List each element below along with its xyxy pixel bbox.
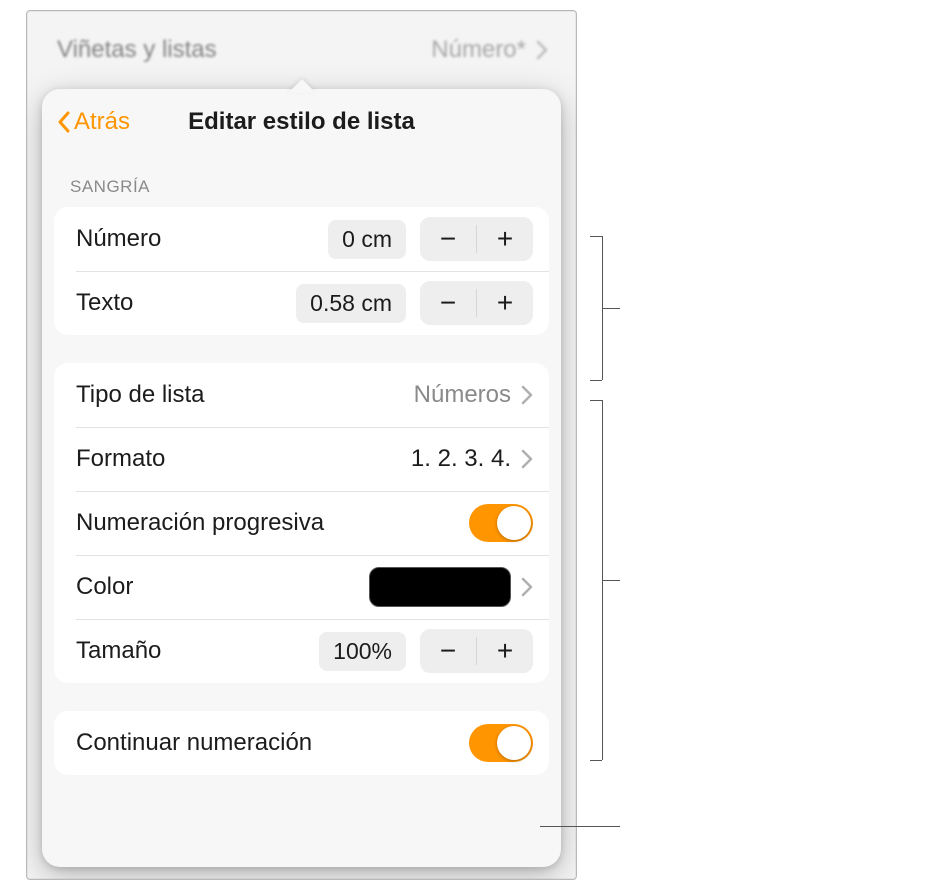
row-number-indent: Número 0 cm − +	[54, 207, 549, 271]
row-color[interactable]: Color	[54, 555, 549, 619]
toggle-continue-numbering[interactable]	[469, 724, 533, 762]
back-label: Atrás	[74, 108, 130, 136]
callout-bracket	[590, 236, 602, 237]
chevron-right-icon	[521, 385, 533, 405]
chevron-left-icon	[56, 110, 72, 134]
value-list-type: Números	[414, 381, 511, 409]
value-number-indent: 0 cm	[328, 220, 406, 259]
label-list-type: Tipo de lista	[76, 381, 414, 409]
chevron-right-icon	[521, 577, 533, 597]
decrement-text-indent[interactable]: −	[420, 281, 476, 325]
section-header-indent: SANGRÍA	[42, 155, 561, 207]
parent-row-value: Número*	[431, 36, 526, 64]
callout-line	[602, 308, 620, 309]
value-text-indent: 0.58 cm	[296, 284, 406, 323]
edit-list-style-popover: Atrás Editar estilo de lista SANGRÍA Núm…	[42, 89, 561, 867]
label-progressive: Numeración progresiva	[76, 509, 469, 537]
callout-bracket	[590, 760, 602, 761]
row-continue-numbering: Continuar numeración	[54, 711, 549, 775]
parent-row-bullets-lists[interactable]: Viñetas y listas Número*	[27, 11, 576, 89]
value-size: 100%	[319, 632, 406, 671]
callout-line	[540, 826, 620, 827]
row-format[interactable]: Formato 1. 2. 3. 4.	[54, 427, 549, 491]
label-continue-numbering: Continuar numeración	[76, 729, 469, 757]
continue-numbering-group: Continuar numeración	[54, 711, 549, 775]
decrement-number-indent[interactable]: −	[420, 217, 476, 261]
indent-group: Número 0 cm − + Texto 0.58 cm − +	[54, 207, 549, 335]
toggle-knob	[497, 506, 531, 540]
chevron-right-icon	[536, 40, 548, 60]
row-progressive-numbering: Numeración progresiva	[54, 491, 549, 555]
back-button[interactable]: Atrás	[56, 89, 130, 155]
popover-title: Editar estilo de lista	[188, 108, 415, 136]
increment-size[interactable]: +	[477, 629, 533, 673]
label-format: Formato	[76, 445, 411, 473]
callout-bracket	[590, 400, 602, 401]
app-frame: Viñetas y listas Número* Atrás Editar es…	[26, 10, 577, 880]
color-well[interactable]	[369, 567, 511, 607]
toggle-knob	[497, 726, 531, 760]
row-size: Tamaño 100% − +	[54, 619, 549, 683]
callout-bracket	[590, 380, 602, 381]
chevron-right-icon	[521, 449, 533, 469]
increment-number-indent[interactable]: +	[477, 217, 533, 261]
label-number: Número	[76, 225, 328, 253]
decrement-size[interactable]: −	[420, 629, 476, 673]
label-color: Color	[76, 573, 369, 601]
stepper-text-indent: − +	[420, 281, 533, 325]
parent-row-label: Viñetas y listas	[57, 36, 217, 64]
row-list-type[interactable]: Tipo de lista Números	[54, 363, 549, 427]
row-text-indent: Texto 0.58 cm − +	[54, 271, 549, 335]
label-size: Tamaño	[76, 637, 319, 665]
toggle-progressive-numbering[interactable]	[469, 504, 533, 542]
list-options-group: Tipo de lista Números Formato 1. 2. 3. 4…	[54, 363, 549, 683]
label-text: Texto	[76, 289, 296, 317]
stepper-number-indent: − +	[420, 217, 533, 261]
popover-header: Atrás Editar estilo de lista	[42, 89, 561, 155]
callout-line	[602, 580, 620, 581]
stepper-size: − +	[420, 629, 533, 673]
increment-text-indent[interactable]: +	[477, 281, 533, 325]
value-format: 1. 2. 3. 4.	[411, 445, 511, 473]
